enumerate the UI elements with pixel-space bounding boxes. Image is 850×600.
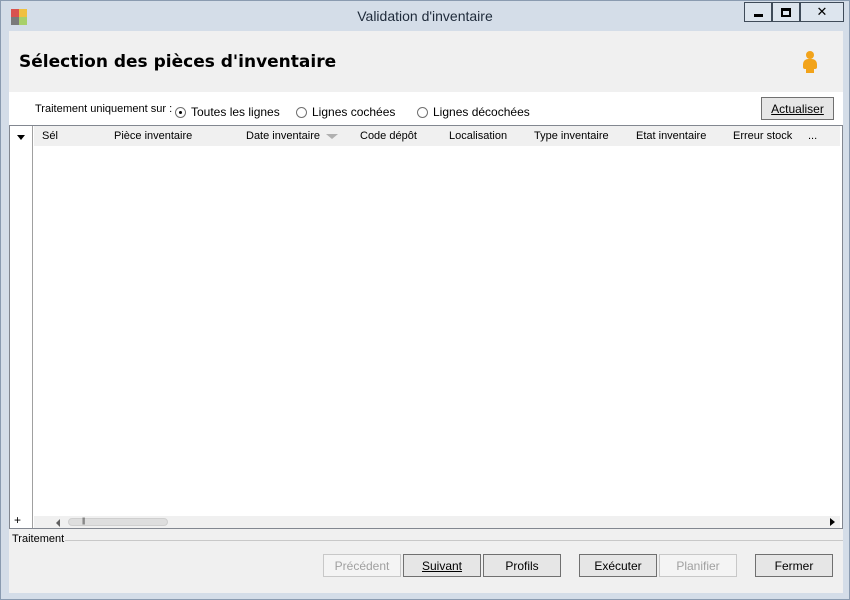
radio-unchecked-lines[interactable]: Lignes décochées bbox=[417, 105, 530, 119]
radio-unchecked-icon bbox=[296, 106, 307, 118]
window-title: Validation d'inventaire bbox=[357, 8, 493, 24]
header-band: Sélection des pièces d'inventaire bbox=[9, 31, 843, 93]
scroll-left-icon[interactable] bbox=[56, 519, 60, 527]
section-divider bbox=[65, 540, 843, 541]
filter-row: Traitement uniquement sur : Toutes les l… bbox=[9, 93, 843, 125]
minimize-button[interactable] bbox=[744, 2, 772, 22]
horizontal-scrollbar[interactable]: ||| bbox=[34, 516, 840, 528]
sort-icon bbox=[326, 133, 338, 139]
column-header-sel[interactable]: Sél bbox=[42, 130, 58, 142]
grip-icon: ||| bbox=[82, 518, 86, 525]
radio-checked-lines-label: Lignes cochées bbox=[312, 105, 396, 119]
client-area: Sélection des pièces d'inventaire Traite… bbox=[9, 31, 843, 593]
add-row-button[interactable]: + bbox=[14, 513, 21, 527]
previous-button[interactable]: Précédent bbox=[323, 554, 401, 577]
radio-all-lines-label: Toutes les lignes bbox=[191, 105, 280, 119]
minimize-icon bbox=[753, 13, 763, 17]
radio-unchecked-icon bbox=[417, 106, 428, 118]
scroll-right-icon[interactable] bbox=[830, 518, 835, 526]
app-window: Validation d'inventaire ✕ Sélection des … bbox=[0, 0, 850, 600]
radio-unchecked-lines-label: Lignes décochées bbox=[433, 105, 530, 119]
column-header-date[interactable]: Date inventaire bbox=[246, 130, 338, 142]
column-header-date-label: Date inventaire bbox=[246, 130, 320, 142]
previous-button-label: Précédent bbox=[334, 558, 390, 573]
execute-button[interactable]: Exécuter bbox=[579, 554, 657, 577]
column-header-type[interactable]: Type inventaire bbox=[534, 130, 609, 142]
close-button[interactable]: Fermer bbox=[755, 554, 833, 577]
profiles-button[interactable]: Profils bbox=[483, 554, 561, 577]
column-header-location[interactable]: Localisation bbox=[449, 130, 507, 142]
close-button-label: Fermer bbox=[774, 558, 814, 573]
user-icon[interactable] bbox=[802, 51, 818, 73]
close-icon: ✕ bbox=[816, 4, 828, 19]
column-header-depot[interactable]: Code dépôt bbox=[360, 130, 417, 142]
schedule-button[interactable]: Planifier bbox=[659, 554, 737, 577]
column-chooser-icon[interactable] bbox=[17, 135, 25, 140]
execute-button-label: Exécuter bbox=[594, 558, 642, 573]
refresh-button[interactable]: Actualiser bbox=[761, 97, 834, 120]
grid-row-gutter: + bbox=[10, 126, 33, 528]
inventory-grid[interactable]: + Sél Pièce inventaire Date inventaire C… bbox=[9, 125, 843, 529]
filter-label: Traitement uniquement sur : bbox=[35, 103, 173, 115]
column-header-piece[interactable]: Pièce inventaire bbox=[114, 130, 192, 142]
close-window-button[interactable]: ✕ bbox=[800, 2, 844, 22]
next-button-label: Suivant bbox=[421, 558, 463, 573]
radio-checked-lines[interactable]: Lignes cochées bbox=[296, 105, 395, 119]
column-header-state[interactable]: Etat inventaire bbox=[636, 130, 706, 142]
maximize-icon bbox=[781, 7, 791, 17]
profiles-button-label: Profils bbox=[505, 558, 539, 573]
grid-header: Sél Pièce inventaire Date inventaire Cod… bbox=[34, 126, 840, 146]
maximize-button[interactable] bbox=[772, 2, 800, 22]
schedule-button-label: Planifier bbox=[676, 558, 720, 573]
next-button[interactable]: Suivant bbox=[403, 554, 481, 577]
title-bar[interactable]: Validation d'inventaire ✕ bbox=[1, 1, 849, 31]
refresh-button-label: Actualiser bbox=[771, 101, 824, 116]
column-header-stock-error[interactable]: Erreur stock bbox=[733, 130, 792, 142]
page-title: Sélection des pièces d'inventaire bbox=[19, 52, 337, 72]
column-header-more[interactable]: ... bbox=[808, 130, 817, 142]
radio-checked-icon bbox=[175, 106, 186, 118]
radio-all-lines[interactable]: Toutes les lignes bbox=[175, 105, 280, 119]
section-label-treatment: Traitement bbox=[12, 533, 65, 545]
